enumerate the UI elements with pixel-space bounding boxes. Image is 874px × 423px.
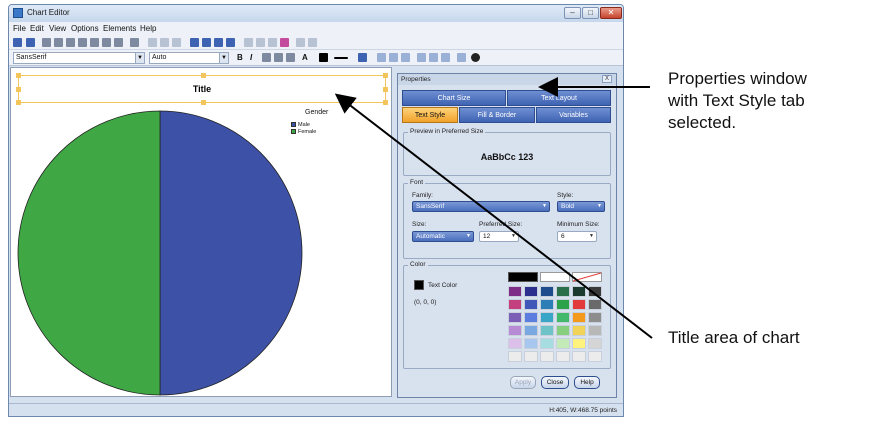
arrow-to-title-area bbox=[334, 93, 653, 339]
screenshot-stage: Chart Editor – □ ✕ File Edit View Option… bbox=[0, 0, 874, 423]
annotation-arrows bbox=[334, 77, 653, 339]
